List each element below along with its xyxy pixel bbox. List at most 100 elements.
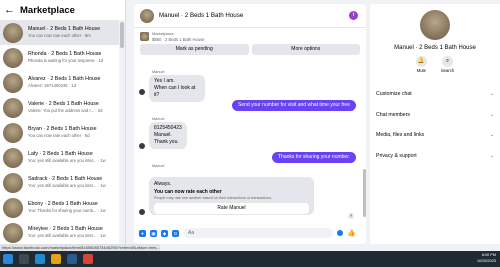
- message-sender: Manuel: [152, 70, 165, 74]
- message-line: Yes I am.: [154, 78, 175, 84]
- message-input[interactable]: Aa: [183, 228, 333, 238]
- back-arrow-icon[interactable]: ←: [4, 4, 15, 16]
- more-options-button[interactable]: More options: [251, 44, 360, 55]
- image-icon[interactable]: ▣: [150, 229, 157, 237]
- mute-button[interactable]: 🔔 Mute: [415, 56, 427, 73]
- menu-media-files[interactable]: Media, files and links ⌄: [376, 125, 494, 146]
- bell-icon: 🔔: [415, 56, 427, 67]
- conversation-preview: Valerie: You put the address and I... · …: [28, 108, 103, 113]
- chevron-down-icon: ⌄: [489, 132, 494, 139]
- avatar: [3, 47, 23, 68]
- conversation-name: Manuel · 2 Beds 1 Bath House: [28, 26, 101, 32]
- scrollbar-thumb[interactable]: [362, 169, 366, 217]
- chat-scrollbar[interactable]: [362, 63, 366, 221]
- seen-indicator-icon: ?: [348, 213, 354, 219]
- message-line: Thank you.: [154, 139, 179, 145]
- avatar: [139, 89, 145, 95]
- info-icon[interactable]: i: [349, 11, 358, 20]
- avatar: [3, 97, 23, 118]
- avatar: [3, 22, 23, 43]
- conversation-preview: You can now rate each other · 6d: [28, 133, 90, 138]
- search-icon: ⌕: [442, 56, 453, 67]
- profile-panel: Manuel · 2 Beds 1 Bath House 🔔 Mute ⌕ Se…: [370, 4, 500, 244]
- search-label: Search: [440, 68, 455, 73]
- message-line: Manuel.: [154, 132, 172, 138]
- chat-panel: Manuel · 2 Beds 1 Bath House i Marketpla…: [134, 4, 366, 244]
- menu-chat-members[interactable]: Chat members ⌄: [376, 105, 494, 126]
- rate-title: You can now rate each other: [154, 189, 222, 195]
- listing-price: $850 · 2 Beds 1 Bath House: [152, 37, 205, 42]
- listing-banner: Marketplace $850 · 2 Beds 1 Bath House M…: [134, 28, 366, 63]
- rate-card: Always. You can now rate each other Peop…: [149, 177, 314, 215]
- conversation-item[interactable]: Alvarez · 2 Beds 1 Bath House Alvarez: 26…: [0, 70, 119, 95]
- chat-title[interactable]: Manuel · 2 Beds 1 Bath House: [159, 12, 243, 19]
- message-thread: Manuel Yes I am. When can I look at it? …: [134, 63, 366, 221]
- conversation-item[interactable]: Rhonda · 2 Beds 1 Bath House Rhonda is wa…: [0, 45, 119, 70]
- conversation-name: Ebony · 2 Beds 1 Bath House: [28, 201, 98, 207]
- chrome-icon[interactable]: [83, 254, 93, 264]
- chevron-down-icon: ⌄: [489, 152, 494, 159]
- mark-pending-button[interactable]: Mark as pending: [140, 44, 249, 55]
- marketplace-sidebar: ← Marketplace Manuel · 2 Beds 1 Bath Hou…: [0, 0, 126, 244]
- scrollbar-thumb[interactable]: [120, 22, 124, 48]
- conversation-preview: Rhonda is waiting for your response · 1d: [28, 58, 104, 63]
- conversation-item[interactable]: Ebony · 2 Beds 1 Bath House You: Thanks f…: [0, 195, 119, 220]
- emoji-icon[interactable]: [337, 230, 343, 236]
- menu-label: Chat members: [376, 111, 411, 118]
- conversation-preview: You: yes still available are you inter..…: [28, 183, 106, 188]
- conversation-item[interactable]: Sadrack · 2 Beds 1 Bath House You: yes st…: [0, 170, 119, 195]
- conversation-item[interactable]: Mireylee · 2 Beds 1 Bath House You: yes s…: [0, 220, 119, 244]
- sticker-icon[interactable]: ◆: [161, 229, 168, 237]
- conversation-preview: You can now rate each other · 8m: [28, 33, 91, 38]
- conversation-name: Lafy · 2 Beds 1 Bath House: [28, 151, 93, 157]
- file-explorer-icon[interactable]: [19, 254, 29, 264]
- message-bubble: 8125450423 Manuel. Thank you.: [149, 122, 187, 149]
- conversation-name: Bryan · 2 Beds 1 Bath House: [28, 126, 97, 132]
- profile-name: Manuel · 2 Beds 1 Bath House: [394, 45, 476, 51]
- avatar: [3, 72, 23, 93]
- message-line: When can I look at it?: [154, 85, 196, 98]
- sidebar-scrollbar[interactable]: [119, 20, 125, 244]
- message-composer: ● ▣ ◆ G Aa 👍: [134, 222, 366, 244]
- conversation-preview: You: yes still available are you inter..…: [28, 158, 106, 163]
- conversation-item[interactable]: Bryan · 2 Beds 1 Bath House You can now r…: [0, 120, 119, 145]
- message-bubble-out: Thanks for sharing your number.: [272, 152, 356, 163]
- message-line: Always.: [154, 181, 172, 187]
- status-url: https://www.facebook.com/marketplace/ite…: [0, 244, 160, 251]
- avatar: [139, 209, 145, 215]
- chevron-down-icon: ⌄: [489, 91, 494, 98]
- start-icon[interactable]: [3, 254, 13, 264]
- message-bubble-out: Send your number for visit and what time…: [232, 100, 356, 111]
- conversation-item[interactable]: Lafy · 2 Beds 1 Bath House You: yes still…: [0, 145, 119, 170]
- avatar[interactable]: [140, 8, 154, 23]
- message-line: 8125450423: [154, 125, 182, 131]
- conversation-item[interactable]: Valerie · 2 Beds 1 Bath House Valerie: Yo…: [0, 95, 119, 120]
- system-tray[interactable]: 6:00 PM 10/25/2023: [477, 252, 496, 264]
- clock-date: 10/25/2023: [476, 259, 496, 263]
- message-sender: Manuel: [152, 164, 165, 168]
- menu-customize-chat[interactable]: Customize chat ⌄: [376, 84, 494, 105]
- edge-icon[interactable]: [35, 254, 45, 264]
- profile-actions: 🔔 Mute ⌕ Search: [370, 56, 500, 73]
- menu-label: Media, files and links: [376, 132, 425, 139]
- like-icon[interactable]: 👍: [347, 229, 356, 237]
- app-icon[interactable]: [67, 254, 77, 264]
- taskbar: 6:00 PM 10/25/2023: [0, 251, 500, 267]
- profile-menu: Customize chat ⌄ Chat members ⌄ Media, fil…: [376, 84, 494, 166]
- folder-icon[interactable]: [51, 254, 61, 264]
- rate-user-button[interactable]: Rate Manuel: [154, 203, 309, 214]
- sidebar-header: ← Marketplace: [0, 0, 125, 20]
- conversation-item[interactable]: Manuel · 2 Beds 1 Bath House You can now …: [0, 20, 119, 45]
- conversation-preview: Alvarez: 2671400246 · 1d: [28, 83, 76, 88]
- menu-label: Customize chat: [376, 91, 412, 98]
- microphone-icon[interactable]: ●: [139, 229, 146, 237]
- avatar[interactable]: [420, 10, 450, 40]
- listing-thumbnail[interactable]: [140, 32, 149, 41]
- avatar: [139, 143, 145, 149]
- menu-privacy-support[interactable]: Privacy & support ⌄: [376, 146, 494, 167]
- message-sender: Manuel: [152, 117, 165, 121]
- conversation-name: Rhonda · 2 Beds 1 Bath House: [28, 51, 102, 57]
- search-button[interactable]: ⌕ Search: [441, 56, 454, 73]
- gif-icon[interactable]: G: [172, 229, 179, 237]
- conversation-preview: You: yes still available are you inter..…: [28, 233, 106, 238]
